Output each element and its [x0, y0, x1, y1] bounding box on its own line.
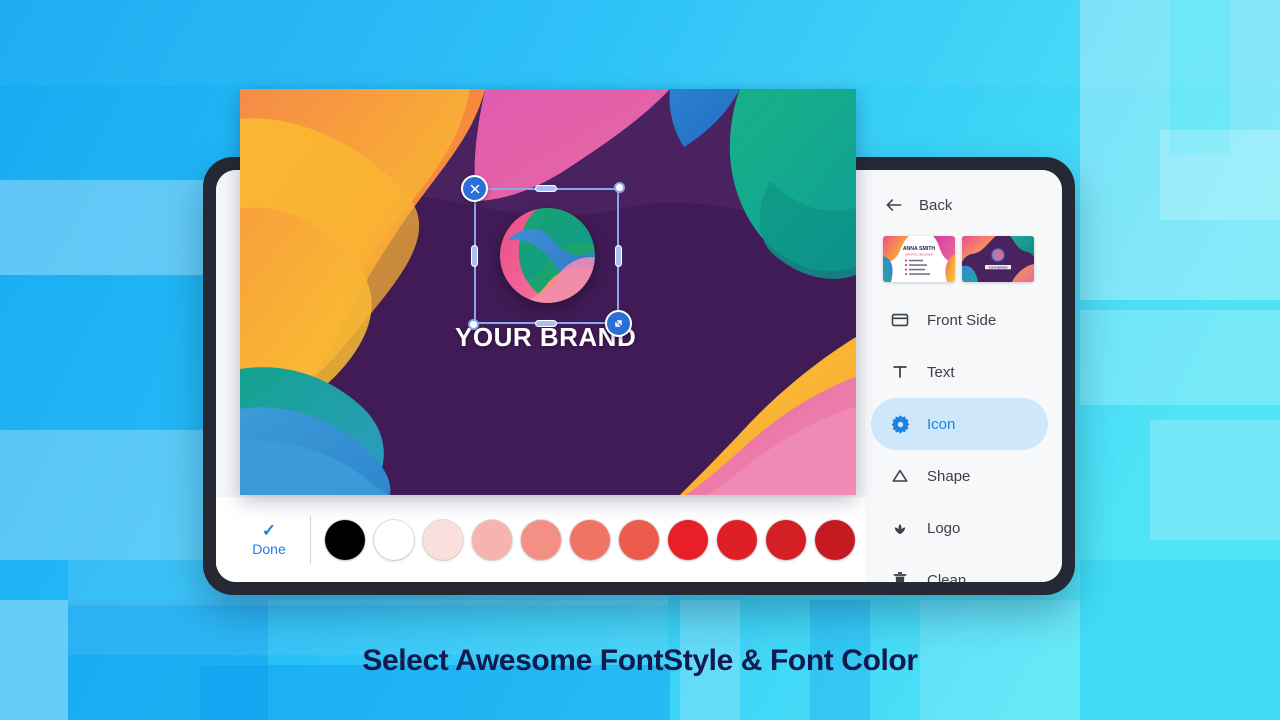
- sidebar-menu: Front Side Text: [865, 294, 1062, 582]
- lotus-icon: [889, 517, 911, 539]
- gear-icon: [889, 413, 911, 435]
- swatch-blush-1[interactable]: [423, 520, 463, 560]
- swatch-red-2[interactable]: [717, 520, 757, 560]
- arrow-left-icon: [883, 194, 905, 216]
- swatch-red-dark[interactable]: [815, 520, 855, 560]
- front-side-thumbnail[interactable]: ANNA SMITH GRAPHIC DESIGNER: [883, 236, 955, 282]
- back-button[interactable]: Back: [865, 188, 1062, 222]
- sidebar-item-text[interactable]: Text: [871, 346, 1048, 398]
- sidebar-item-label: Text: [927, 364, 955, 381]
- swatch-blush-2[interactable]: [472, 520, 512, 560]
- caption-text: Select Awesome FontStyle & Font Color: [362, 644, 917, 678]
- sidebar-item-logo[interactable]: Logo: [871, 502, 1048, 554]
- toolbar-divider: [310, 516, 311, 564]
- sidebar-item-icon[interactable]: Icon: [871, 398, 1048, 450]
- check-icon: ✓: [262, 522, 276, 539]
- back-button-label: Back: [919, 197, 952, 214]
- sidebar-item-label: Icon: [927, 416, 955, 433]
- caption-area: Select Awesome FontStyle & Font Color: [0, 630, 1280, 692]
- back-side-thumbnail[interactable]: YOUR BRAND: [962, 236, 1034, 282]
- card-icon: [889, 309, 911, 331]
- swatch-white[interactable]: [374, 520, 414, 560]
- svg-text:ANNA SMITH: ANNA SMITH: [903, 246, 936, 252]
- sidebar-item-front-side[interactable]: Front Side: [871, 294, 1048, 346]
- canvas-brand-text[interactable]: YOUR BRAND: [455, 322, 636, 353]
- color-swatch-toolbar: ✓ Done: [216, 497, 865, 582]
- swatch-black[interactable]: [325, 520, 365, 560]
- sidebar-item-label: Clean: [927, 572, 966, 583]
- swatch-red-1[interactable]: [668, 520, 708, 560]
- svg-text:GRAPHIC DESIGNER: GRAPHIC DESIGNER: [905, 253, 933, 257]
- trash-icon: [889, 569, 911, 582]
- color-swatch-list: [325, 520, 855, 560]
- card-thumbnail-list: ANNA SMITH GRAPHIC DESIGNER: [865, 222, 1062, 294]
- swatch-coral[interactable]: [619, 520, 659, 560]
- svg-text:YOUR BRAND: YOUR BRAND: [989, 265, 1008, 269]
- logo-swirl-icon: [500, 208, 595, 303]
- swatch-salmon-2[interactable]: [570, 520, 610, 560]
- text-t-icon: [889, 361, 911, 383]
- sidebar-item-label: Shape: [927, 468, 970, 485]
- done-button[interactable]: ✓ Done: [240, 522, 298, 557]
- sidebar-item-label: Logo: [927, 520, 960, 537]
- triangle-icon: [889, 465, 911, 487]
- done-button-label: Done: [252, 541, 285, 557]
- swatch-salmon-1[interactable]: [521, 520, 561, 560]
- editor-sidebar: Back: [865, 170, 1062, 582]
- sidebar-item-shape[interactable]: Shape: [871, 450, 1048, 502]
- sidebar-item-label: Front Side: [927, 312, 996, 329]
- canvas-logo-icon[interactable]: [500, 208, 595, 303]
- swatch-red-3[interactable]: [766, 520, 806, 560]
- sidebar-item-clean[interactable]: Clean: [871, 554, 1048, 582]
